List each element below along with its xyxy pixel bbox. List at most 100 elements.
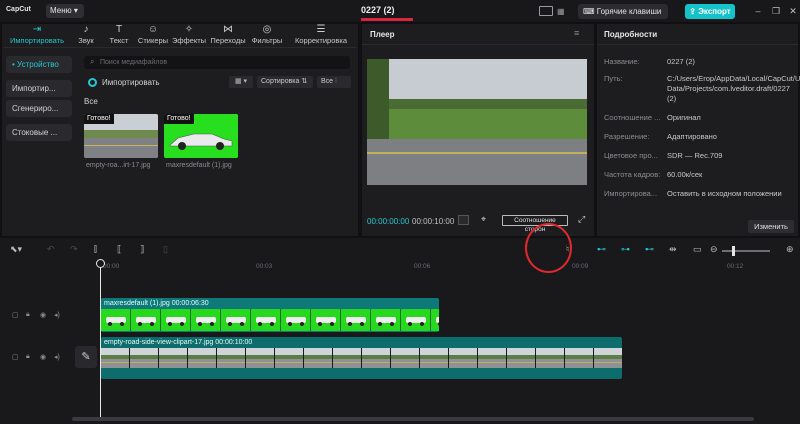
playhead[interactable] <box>100 261 101 417</box>
horizontal-scrollbar[interactable] <box>72 417 754 421</box>
tab-adjust[interactable]: ☰ Корректировка <box>288 24 354 48</box>
filters-icon: ◎ <box>262 24 272 35</box>
tab-transitions[interactable]: ⋈ Переходы <box>208 24 248 48</box>
snap-icon[interactable]: ⊷ <box>645 244 654 255</box>
zoom-out-icon[interactable]: ⊖ <box>710 244 718 255</box>
zoom-slider[interactable] <box>722 250 770 252</box>
tab-effects[interactable]: ✧ Эффекты <box>171 24 207 48</box>
divider <box>597 44 798 45</box>
detail-value: SDR — Rec.709 <box>667 151 723 160</box>
detail-value: Оставить в исходном положении <box>667 189 782 198</box>
details-panel <box>597 24 798 236</box>
delete-icon[interactable]: ▯ <box>163 244 168 255</box>
audio-icon: ♪ <box>83 24 89 35</box>
status-badge: Готово! <box>164 114 194 124</box>
hotkeys-button[interactable]: ⌨ Горячие клавиши <box>578 4 668 19</box>
maximize-icon[interactable]: ❐ <box>770 5 782 17</box>
clip-filmstrip <box>101 309 439 331</box>
redo-icon[interactable]: ↷ <box>70 244 78 255</box>
tab-label: Импортировать <box>9 36 64 45</box>
sidebar-item-device[interactable]: • Устройство <box>6 56 72 73</box>
zoom-in-icon[interactable]: ⊕ <box>786 244 794 255</box>
track-toggle-icon[interactable]: ▢ <box>12 353 19 361</box>
search-input[interactable]: Поиск медиафайлов <box>84 56 350 69</box>
split-view-icon[interactable]: ⇹ <box>669 244 677 255</box>
media-thumbnail-road[interactable]: Готово! <box>84 114 158 158</box>
tab-filters[interactable]: ◎ Фильтры <box>248 24 286 48</box>
sticker-icon: ☺ <box>147 24 159 35</box>
track-toggle-icon[interactable]: ▢ <box>12 311 19 319</box>
eye-icon[interactable]: ◉ <box>40 311 46 319</box>
sidebar-item-imported[interactable]: Импортир... <box>6 80 72 97</box>
hamburger-icon[interactable]: ≡ <box>574 28 579 38</box>
sidebar-item-generated[interactable]: Сгенериро... <box>6 100 72 117</box>
sort-label: Сортировка <box>261 78 300 85</box>
tab-audio[interactable]: ♪ Звук <box>72 24 100 48</box>
undo-icon[interactable]: ↶ <box>47 244 55 255</box>
grid-icon[interactable] <box>458 215 469 225</box>
ruler-tick: 00:09 <box>572 263 589 270</box>
detail-label: Цветовое про... <box>604 151 658 160</box>
fullscreen-icon[interactable]: ⤢ <box>578 214 585 225</box>
trim-left-icon[interactable]: ⟦ <box>117 244 121 255</box>
split-icon[interactable]: ⫿ <box>94 244 97 255</box>
clip-filmstrip <box>101 348 622 368</box>
speaker-icon[interactable]: ◂) <box>54 353 60 361</box>
import-label[interactable]: Импортировать <box>102 78 160 87</box>
tab-text[interactable]: T Текст <box>104 24 134 48</box>
monitor-icon[interactable] <box>539 6 553 16</box>
tab-import[interactable]: ⇥ Импортировать <box>4 24 70 48</box>
filter-button[interactable]: Все ⫶ <box>317 76 351 88</box>
total-timecode: 00:00:10:00 <box>412 217 455 226</box>
detail-label: Частота кадров: <box>604 170 661 179</box>
timeline-ruler[interactable] <box>70 262 800 274</box>
select-tool-icon[interactable]: ⬉▾ <box>10 244 22 255</box>
ruler-tick: 00:06 <box>414 263 431 270</box>
app-logo: CapCut <box>6 6 31 13</box>
view-grid-button[interactable]: ▦ ▾ <box>229 76 253 88</box>
detail-label: Соотношение ... <box>604 113 661 122</box>
video-preview[interactable] <box>367 59 587 185</box>
transitions-icon: ⋈ <box>223 24 233 35</box>
lock-icon[interactable]: 🔒︎ <box>26 311 30 319</box>
sidebar-item-stock[interactable]: Стоковые ... <box>6 124 72 141</box>
trim-right-icon[interactable]: ⟧ <box>140 244 144 255</box>
status-badge: Готово! <box>84 114 114 124</box>
minimize-icon[interactable]: – <box>752 5 764 17</box>
export-icon: ⇪ <box>689 7 696 16</box>
tab-stickers[interactable]: ☺ Стикеры <box>135 24 171 48</box>
export-button[interactable]: ⇪ Экспорт <box>685 4 735 19</box>
lock-icon[interactable]: 🔒︎ <box>26 353 30 361</box>
sort-icon: ⇅ <box>301 78 308 85</box>
focus-icon[interactable]: ⌖ <box>481 214 486 225</box>
effects-icon: ✧ <box>184 24 194 35</box>
zoom-slider-handle[interactable] <box>732 246 735 256</box>
project-title: 0227 (2) <box>361 5 395 15</box>
layout-icon[interactable]: ▦ <box>557 7 565 16</box>
playhead-handle[interactable] <box>96 259 105 268</box>
preview-icon[interactable]: ▭ <box>693 244 702 255</box>
divider <box>4 47 356 48</box>
details-title: Подробности <box>604 30 658 39</box>
close-icon[interactable]: ✕ <box>787 5 799 17</box>
player-title: Плеер <box>370 30 395 39</box>
import-radio[interactable] <box>88 78 97 87</box>
link-clips-icon[interactable]: ⊷ <box>597 244 606 255</box>
chevron-down-icon: ▾ <box>73 6 78 15</box>
tab-label: Корректировка <box>295 36 347 45</box>
clip-label: empty-road-side-view-clipart-17.jpg 00:0… <box>104 339 253 346</box>
category-tabs: ⇥ Импортировать ♪ Звук T Текст ☺ Стикеры ✧ Эф… <box>4 24 356 48</box>
change-button[interactable]: Изменить <box>748 220 794 233</box>
clip-label: maxresdefault (1).jpg 00:00:06:30 <box>104 300 209 307</box>
media-thumbnail-car[interactable]: Готово! <box>164 114 238 158</box>
tab-label: Фильтры <box>251 36 283 45</box>
sort-button[interactable]: Сортировка ⇅ <box>257 76 313 88</box>
text-icon: T <box>115 24 123 35</box>
edit-cover-icon[interactable]: ✎ <box>75 346 97 368</box>
adjust-icon: ☰ <box>316 24 326 35</box>
menu-button[interactable]: Меню ▾ <box>46 4 84 18</box>
detail-value: Оригинал <box>667 113 701 122</box>
speaker-icon[interactable]: ◂) <box>54 311 60 319</box>
eye-icon[interactable]: ◉ <box>40 353 46 361</box>
magnet-icon[interactable]: ⊶ <box>621 244 630 255</box>
